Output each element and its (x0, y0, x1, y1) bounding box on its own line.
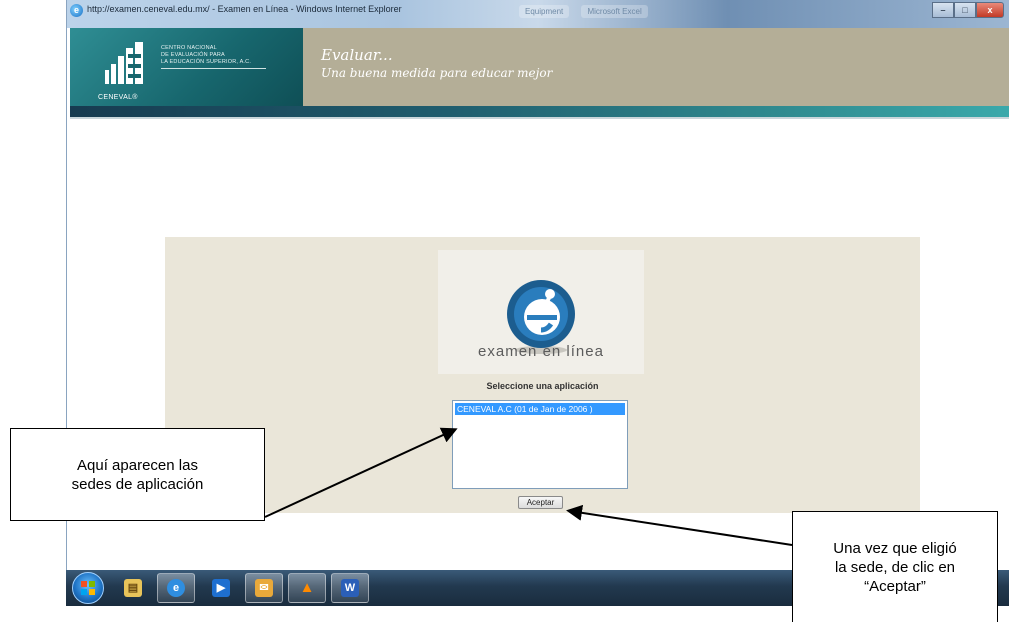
start-button[interactable] (72, 572, 104, 604)
header-stripe (70, 106, 1009, 117)
taskbar-internet-explorer[interactable]: e (157, 573, 195, 603)
media-player-icon: ▶ (212, 579, 230, 597)
exam-logo-box: examen en línea (438, 250, 644, 374)
taskbar-media-player[interactable]: ▶ (202, 573, 240, 603)
vlc-icon: ▲ (299, 579, 315, 596)
window-controls: – □ x (932, 2, 1004, 18)
application-listbox[interactable]: CENEVAL A.C (01 de Jan de 2006 ) (452, 400, 628, 489)
org-line: LA EDUCACIÓN SUPERIOR, A.C. (161, 59, 252, 65)
file-explorer-icon: ▤ (124, 579, 142, 597)
organization-name: CENTRO NACIONAL DE EVALUACIÓN PARA LA ED… (161, 45, 296, 66)
background-window-labels: Equipment Microsoft Excel (519, 5, 658, 18)
callout-sedes: Aquí aparecen las sedes de aplicación (10, 428, 265, 521)
maximize-button[interactable]: □ (954, 2, 976, 18)
ceneval-logo-icon (105, 42, 143, 84)
internet-explorer-icon: e (70, 4, 83, 17)
callout-line: la sede, de clic en (834, 558, 956, 576)
callout-aceptar: Una vez que eligió la sede, de clic en “… (792, 511, 998, 622)
accept-button[interactable]: Aceptar (518, 496, 563, 509)
taskbar-vlc[interactable]: ▲ (288, 573, 326, 603)
exam-logo-wordmark: examen en línea (478, 343, 604, 360)
taskbar-outlook[interactable]: ✉ (245, 573, 283, 603)
minimize-button[interactable]: – (932, 2, 954, 18)
internet-explorer-icon: e (167, 579, 185, 597)
close-button[interactable]: x (976, 2, 1004, 18)
org-line: CENTRO NACIONAL (161, 45, 217, 51)
header-divider (70, 117, 1009, 119)
application-selection-panel: examen en línea Seleccione una aplicació… (165, 237, 920, 513)
tagline-panel: Evaluar... Una buena medida para educar … (303, 28, 1009, 106)
logo-wordmark: CENEVAL® (98, 94, 138, 101)
outlook-icon: ✉ (255, 579, 273, 597)
org-line: DE EVALUACIÓN PARA (161, 52, 225, 58)
callout-line: Aquí aparecen las (77, 456, 198, 474)
windows-logo-icon (81, 581, 95, 595)
window-title: http://examen.ceneval.edu.mx/ - Examen e… (87, 4, 402, 14)
ceneval-logo-panel[interactable]: CENTRO NACIONAL DE EVALUACIÓN PARA LA ED… (70, 28, 303, 106)
taskbar-file-explorer[interactable]: ▤ (114, 573, 152, 603)
site-header: CENTRO NACIONAL DE EVALUACIÓN PARA LA ED… (70, 28, 1009, 106)
application-option-selected[interactable]: CENEVAL A.C (01 de Jan de 2006 ) (455, 403, 625, 415)
ghost-tab: Microsoft Excel (581, 5, 648, 18)
logo-divider (161, 68, 266, 69)
word-icon: W (341, 579, 359, 597)
ghost-tab: Equipment (519, 5, 570, 18)
selection-prompt: Seleccione una aplicación (486, 381, 599, 391)
screenshot-stage: e http://examen.ceneval.edu.mx/ - Examen… (0, 0, 1009, 622)
taskbar-word[interactable]: W (331, 573, 369, 603)
tagline-title: Evaluar... (321, 46, 393, 64)
tagline-subtitle: Una buena medida para educar mejor (321, 66, 553, 80)
callout-line: Una vez que eligió (833, 539, 957, 557)
callout-line: “Aceptar” (864, 577, 926, 595)
callout-line: sedes de aplicación (71, 475, 204, 493)
window-titlebar[interactable]: e http://examen.ceneval.edu.mx/ - Examen… (67, 0, 1009, 28)
